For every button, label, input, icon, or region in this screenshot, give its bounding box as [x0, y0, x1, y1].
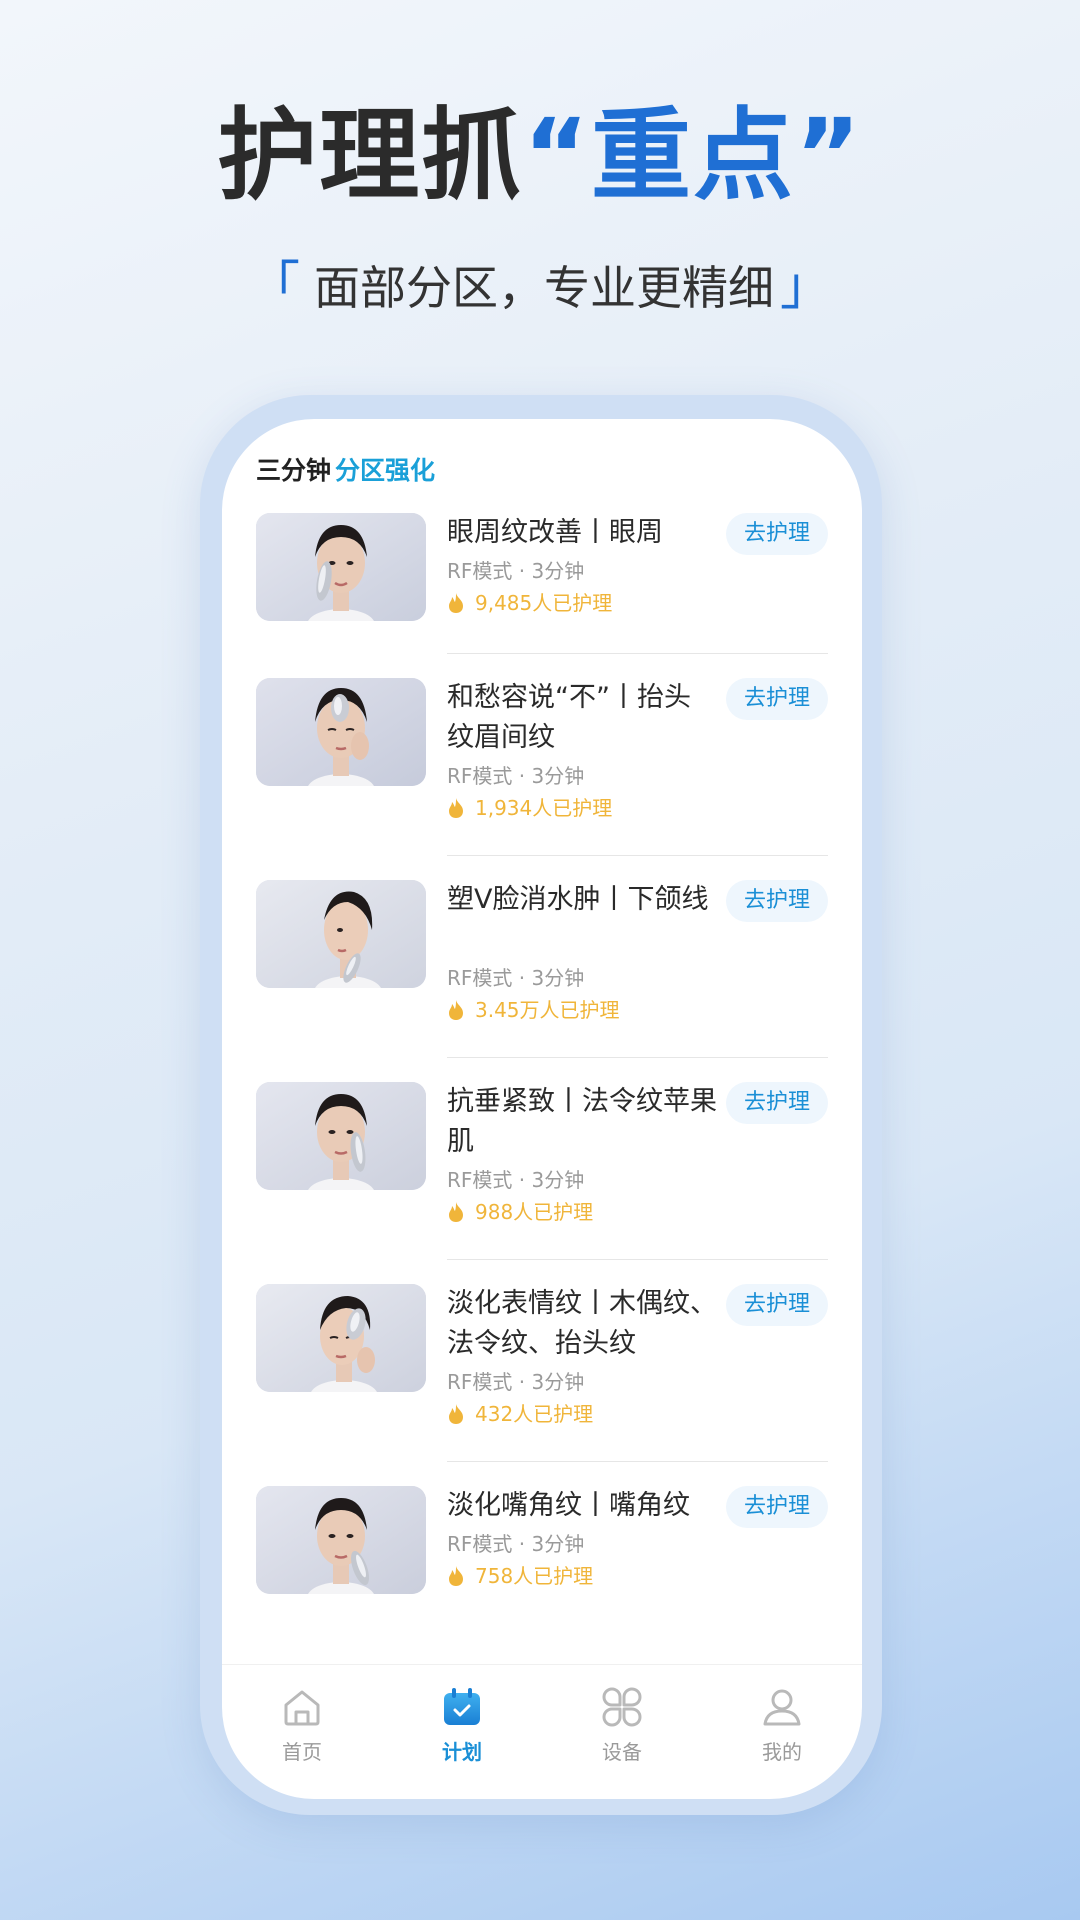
care-item-count: 988人已护理: [447, 1198, 593, 1226]
care-plan-item[interactable]: 和愁容说“不”丨抬头纹眉间纹 RF模式 · 3分钟 1,934人已护理 去护理: [256, 678, 828, 838]
go-care-button[interactable]: 去护理: [726, 678, 828, 720]
subtitle-close-bracket: 」: [780, 257, 833, 317]
care-item-title: 淡化嘴角纹丨嘴角纹: [447, 1490, 690, 1521]
care-plan-item[interactable]: 塑V脸消水肿丨下颌线 RF模式 · 3分钟 3.45万人已护理 去护理: [256, 880, 828, 1040]
device-grid-icon: [602, 1687, 642, 1727]
go-care-button[interactable]: 去护理: [726, 513, 828, 555]
tab-home-label: 首页: [282, 1740, 322, 1764]
list-divider: [447, 1259, 828, 1260]
promo-subtitle-text: 面部分区，专业更精细: [314, 261, 774, 315]
go-care-button[interactable]: 去护理: [726, 1486, 828, 1528]
care-item-title: 眼周纹改善丨眼周: [447, 517, 663, 548]
home-icon: [284, 1690, 320, 1726]
care-item-meta: RF模式 · 3分钟: [447, 559, 585, 583]
tab-device-label: 设备: [602, 1740, 642, 1764]
promo-title-highlight: “重点”: [523, 97, 863, 214]
flame-icon: [449, 1202, 463, 1222]
list-divider: [447, 855, 828, 856]
care-item-count: 9,485人已护理: [447, 589, 612, 617]
care-item-title: 淡化表情纹丨木偶纹、法令纹、抬头纹: [447, 1288, 717, 1359]
care-item-title: 抗垂紧致丨法令纹苹果肌: [447, 1086, 717, 1157]
care-plan-item[interactable]: 眼周纹改善丨眼周 RF模式 · 3分钟 9,485人已护理 去护理: [256, 513, 828, 653]
flame-icon: [449, 593, 463, 613]
user-icon: [763, 1689, 801, 1726]
tab-plan-label: 计划: [442, 1740, 482, 1764]
care-count-text: 988人已护理: [475, 1200, 594, 1224]
list-divider: [447, 653, 828, 654]
section-title: 三分钟 分区强化: [256, 453, 435, 489]
care-count-text: 432人已护理: [475, 1402, 594, 1426]
care-video-thumbnail[interactable]: [256, 1284, 426, 1392]
care-item-count: 1,934人已护理: [447, 794, 612, 822]
care-item-title: 塑V脸消水肿丨下颌线: [447, 884, 709, 915]
promo-title: 护理抓“重点”: [0, 96, 1080, 216]
care-video-thumbnail[interactable]: [256, 678, 426, 786]
tab-mine[interactable]: 我的: [702, 1665, 862, 1799]
care-item-count: 758人已护理: [447, 1562, 593, 1590]
care-video-thumbnail[interactable]: [256, 513, 426, 621]
list-divider: [447, 1057, 828, 1058]
app-screen: 三分钟 分区强化 眼周纹改善丨眼周 RF模式 · 3分钟 9,485人已护理 去…: [222, 419, 862, 1799]
list-divider: [447, 1461, 828, 1462]
go-care-button[interactable]: 去护理: [726, 880, 828, 922]
care-count-text: 1,934人已护理: [475, 796, 613, 820]
flame-icon: [449, 1404, 463, 1424]
tab-home[interactable]: 首页: [222, 1665, 382, 1799]
bottom-tab-bar: 首页 计划 设备 我的: [222, 1664, 862, 1799]
care-video-thumbnail[interactable]: [256, 1486, 426, 1594]
section-title-accent: 分区强化: [335, 456, 436, 485]
care-item-count: 432人已护理: [447, 1400, 593, 1428]
care-count-text: 9,485人已护理: [475, 591, 613, 615]
flame-icon: [449, 1000, 463, 1020]
tab-device[interactable]: 设备: [542, 1665, 702, 1799]
care-item-meta: RF模式 · 3分钟: [447, 1532, 585, 1556]
care-plan-item[interactable]: 抗垂紧致丨法令纹苹果肌 RF模式 · 3分钟 988人已护理 去护理: [256, 1082, 828, 1242]
care-item-meta: RF模式 · 3分钟: [447, 966, 585, 990]
care-item-meta: RF模式 · 3分钟: [447, 764, 585, 788]
care-item-meta: RF模式 · 3分钟: [447, 1168, 585, 1192]
care-count-text: 3.45万人已护理: [475, 998, 620, 1022]
care-count-text: 758人已护理: [475, 1564, 594, 1588]
promo-title-main: 护理抓: [217, 97, 524, 214]
care-item-title: 和愁容说“不”丨抬头纹眉间纹: [447, 682, 691, 753]
care-item-meta: RF模式 · 3分钟: [447, 1370, 585, 1394]
care-plan-item[interactable]: 淡化表情纹丨木偶纹、法令纹、抬头纹 RF模式 · 3分钟 432人已护理 去护理: [256, 1284, 828, 1444]
tab-mine-label: 我的: [762, 1740, 802, 1764]
care-video-thumbnail[interactable]: [256, 1082, 426, 1190]
promo-subtitle: 「面部分区，专业更精细」: [0, 252, 1080, 323]
go-care-button[interactable]: 去护理: [726, 1284, 828, 1326]
care-item-count: 3.45万人已护理: [447, 996, 620, 1024]
tab-plan[interactable]: 计划: [382, 1665, 542, 1799]
phone-mockup: 三分钟 分区强化 眼周纹改善丨眼周 RF模式 · 3分钟 9,485人已护理 去…: [200, 395, 882, 1815]
flame-icon: [449, 1566, 463, 1586]
care-video-thumbnail[interactable]: [256, 880, 426, 988]
go-care-button[interactable]: 去护理: [726, 1082, 828, 1124]
section-title-prefix: 三分钟: [256, 456, 332, 485]
subtitle-open-bracket: 「: [247, 257, 300, 317]
care-plan-item[interactable]: 淡化嘴角纹丨嘴角纹 RF模式 · 3分钟 758人已护理 去护理: [256, 1486, 828, 1626]
flame-icon: [449, 798, 463, 818]
calendar-check-icon: [444, 1688, 480, 1725]
